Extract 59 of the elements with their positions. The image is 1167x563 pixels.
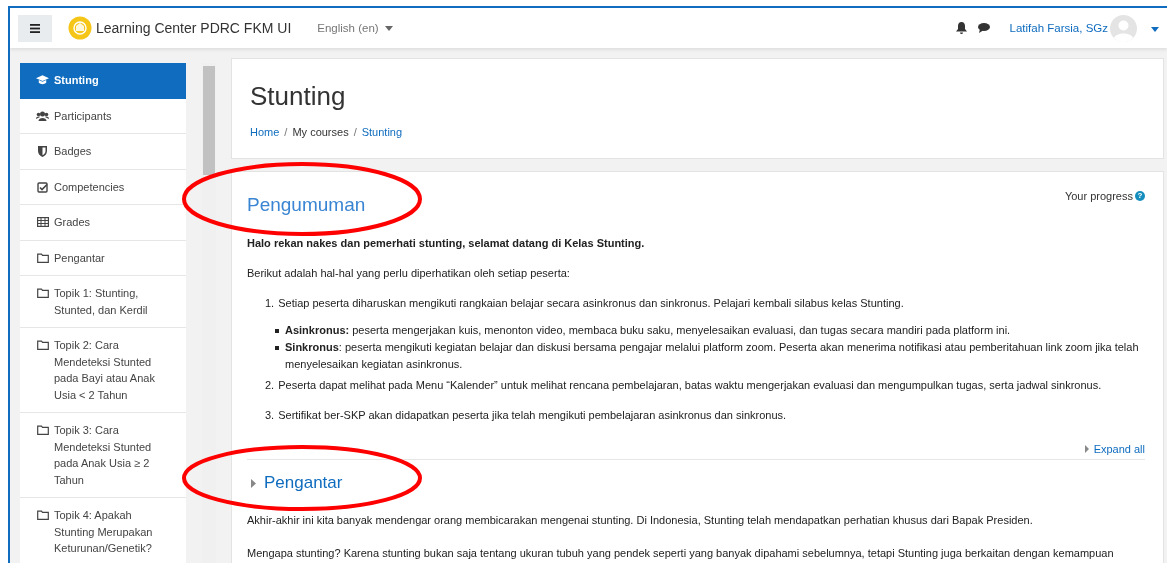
menu-button[interactable] — [18, 14, 52, 42]
menu-icon — [30, 23, 40, 33]
breadcrumb-link[interactable]: Home — [250, 126, 280, 138]
expand-all-link[interactable]: Expand all — [1093, 443, 1145, 455]
caret-icon — [251, 478, 256, 488]
list-number: 1. — [265, 296, 275, 311]
breadcrumb-item: My courses — [292, 126, 349, 138]
list-text: Asinkronus: peserta mengerjakan kuis, menonton video, membaca buku saku, menyelesaikan evaluasi, dan tugas secara mandiri pada platform ini. — [285, 323, 1011, 338]
sidebar-item[interactable]: Pengantar — [20, 240, 186, 276]
language-menu[interactable]: English (en) — [311, 21, 399, 35]
breadcrumb-separator: / — [284, 126, 288, 138]
list-text: Peserta dapat melihat pada Menu “Kalender” untuk melihat rencana pembelajaran, batas waktu mengerjakan evaluasi dan mengumpulkan tugas, serta jadwal sinkronus. — [278, 378, 1102, 393]
progress-label: Your progress — [1064, 190, 1133, 202]
breadcrumb-link[interactable]: Stunting — [361, 126, 403, 138]
sidebar-item[interactable]: Topik 1: Stunting, Stunted, dan Kerdil — [20, 276, 186, 328]
list-text: Sertifikat ber-SKP akan didapatkan peserta jika telah mengikuti pembelajaran asinkronus dan sinkronus. — [278, 408, 787, 423]
sidebar-item[interactable]: Participants — [20, 98, 186, 134]
breadcrumb-separator: / — [353, 126, 357, 138]
users-icon — [36, 110, 49, 121]
sidebar-item[interactable]: Grades — [20, 205, 186, 241]
bullet-icon — [275, 346, 279, 350]
help-icon[interactable]: ? — [1135, 191, 1145, 201]
welcome-text: Halo rekan nakes dan pemerhati stunting, selamat datang di Kelas Stunting. — [247, 236, 646, 251]
bullet-icon — [275, 329, 279, 333]
sidebar-item[interactable]: Badges — [20, 134, 186, 170]
folder-icon — [36, 288, 49, 298]
sidebar-item[interactable]: Topik 2: Cara Mendeteksi Stunted pada Bayi atau Anak Usia < 2 Tahun — [20, 328, 186, 413]
checkbox-icon — [37, 181, 48, 193]
table-icon — [36, 217, 49, 227]
section-text: Mengapa stunting? Karena stunting bukan saja tentang ukuran tubuh yang pendek seperti yang banyak dipahami sebelumnya, tetapi Stunting juga berkaitan dengan kemampuan — [247, 546, 1115, 561]
bell-icon[interactable] — [955, 22, 967, 34]
folder-icon — [36, 340, 49, 350]
sidebar-item[interactable]: Competencies — [20, 169, 186, 205]
shield-icon — [38, 146, 47, 157]
sidebar-item[interactable]: Stunting — [20, 63, 186, 99]
page-title: Stunting — [250, 81, 346, 112]
user-menu[interactable]: Latifah Farsia, SGz — [1003, 13, 1167, 43]
folder-icon — [36, 425, 49, 435]
caret-icon — [1151, 27, 1159, 32]
list-text: Setiap peserta diharuskan mengikuti rangkaian belajar secara asinkronus dan sinkronus. Pelajari kembali silabus kelas Stunting. — [278, 296, 904, 311]
intro-text: Berikut adalah hal-hal yang perlu diperhatikan oleh setiap peserta: — [247, 266, 571, 281]
logo-icon — [68, 16, 92, 40]
list-number: 2. — [265, 378, 275, 393]
avatar-icon — [1110, 14, 1137, 42]
list-number: 3. — [265, 408, 275, 423]
sidebar-item[interactable]: Topik 4: Apakah Stunting Merupakan Keturunan/Genetik? — [20, 498, 186, 563]
graduation-cap-icon — [36, 75, 49, 85]
sidebar-item[interactable]: Topik 3: Cara Mendeteksi Stunted pada Anak Usia ≥ 2 Tahun — [20, 413, 186, 498]
chat-icon[interactable] — [977, 23, 990, 33]
folder-icon — [36, 510, 49, 520]
section-title: Pengumuman — [247, 194, 366, 216]
section-toggle[interactable]: Pengantar — [251, 473, 1145, 493]
list-text: Sinkronus: peserta mengikuti kegiatan belajar dan diskusi bersama pengajar melalui platform zoom. Peserta akan menerima notifikasi atau pemberitahuan link zoom jika telah menyelesaikan kegiatan asinkronus. — [285, 340, 1140, 372]
folder-icon — [36, 252, 49, 263]
section-text: Akhir-akhir ini kita banyak mendengar orang membicarakan mengenai stunting. Di Indonesia, Stunting telah mendapatkan perhatian khusus dari Bapak Presiden. — [247, 513, 1034, 528]
caret-icon — [1084, 445, 1089, 453]
caret-icon — [384, 25, 393, 31]
site-name[interactable]: Learning Center PDRC FKM UI — [96, 20, 292, 36]
section-title: Pengantar — [264, 473, 343, 493]
